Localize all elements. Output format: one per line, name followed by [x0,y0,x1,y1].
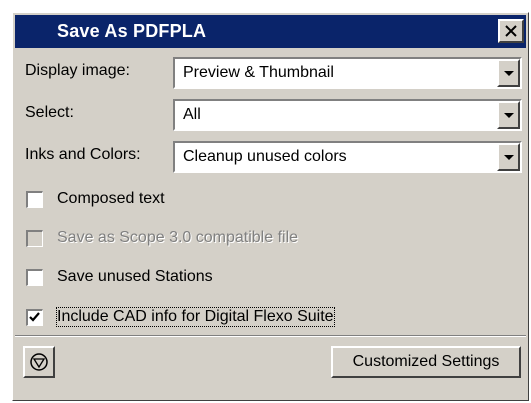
chevron-down-icon [503,154,514,160]
chevron-down-icon [503,112,514,118]
circle-triangle-icon [30,353,48,371]
display-image-select[interactable]: Preview & Thumbnail [173,57,522,89]
select-dropdown-button[interactable] [497,101,520,129]
footer-separator [15,335,526,337]
display-image-dropdown-button[interactable] [497,59,520,87]
scope-compatible-checkbox [26,229,43,247]
inks-colors-dropdown-button[interactable] [497,143,520,171]
save-as-dialog: Save As PDFPLA Display image: Preview & … [12,12,529,401]
include-cad-info-label[interactable]: Include CAD info for Digital Flexo Suite [56,307,335,327]
window-title: Save As PDFPLA [57,21,207,41]
select-label: Select: [25,104,74,121]
composed-text-label[interactable]: Composed text [57,190,165,208]
customized-settings-button[interactable]: Customized Settings [331,346,521,378]
composed-text-option[interactable]: Composed text [26,188,165,210]
icon-button[interactable] [23,346,55,378]
display-image-value: Preview & Thumbnail [183,64,334,81]
inks-colors-value: Cleanup unused colors [183,148,347,165]
include-cad-info-option[interactable]: Include CAD info for Digital Flexo Suite [26,306,335,328]
inks-colors-row: Inks and Colors: Cleanup unused colors [23,141,524,173]
display-image-label: Display image: [25,62,130,79]
inks-colors-select[interactable]: Cleanup unused colors [173,141,522,173]
scope-compatible-option: Save as Scope 3.0 compatible file [26,227,298,249]
close-button[interactable] [498,19,524,43]
display-image-row: Display image: Preview & Thumbnail [23,57,524,89]
title-bar[interactable]: Save As PDFPLA [15,15,526,48]
save-unused-stations-option[interactable]: Save unused Stations [26,266,213,288]
save-unused-stations-checkbox[interactable] [26,268,43,286]
inks-colors-label: Inks and Colors: [25,146,141,163]
close-icon [505,25,517,37]
chevron-down-icon [503,70,514,76]
select-value: All [183,106,201,123]
customized-settings-label: Customized Settings [352,353,500,370]
composed-text-checkbox[interactable] [26,190,43,208]
scope-compatible-label: Save as Scope 3.0 compatible file [57,229,299,246]
select-select[interactable]: All [173,99,522,131]
save-unused-stations-label[interactable]: Save unused Stations [57,268,213,286]
checkmark-icon [29,311,40,322]
select-row: Select: All [23,99,524,131]
include-cad-info-checkbox[interactable] [26,308,43,326]
